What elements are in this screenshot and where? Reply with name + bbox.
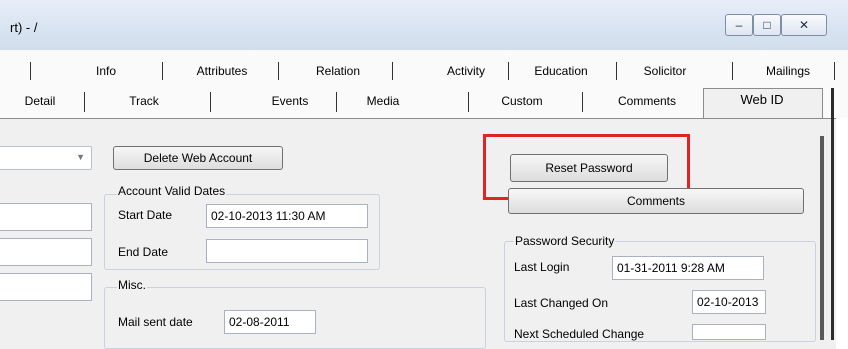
web-account-combo[interactable]: ▼ [0,146,92,170]
tab-media[interactable]: Media [356,90,410,112]
tab-detail[interactable]: Detail [16,90,64,112]
close-icon: ✕ [798,18,810,32]
tab-separator [508,62,509,80]
minimize-button[interactable]: – [725,14,753,36]
tab-relation[interactable]: Relation [302,60,374,82]
panel-scrollbar-edge [820,136,824,340]
tab-separator [392,62,393,80]
maximize-button[interactable]: □ [753,14,781,36]
tab-attributes[interactable]: Attributes [186,60,258,82]
tab-separator [162,62,163,80]
left-field-3[interactable] [0,273,92,301]
tab-comments[interactable]: Comments [604,90,690,112]
left-field-2[interactable] [0,238,92,266]
tab-solicitor[interactable]: Solicitor [630,60,700,82]
panel-right-border [831,88,834,340]
left-field-1[interactable] [0,203,92,231]
tab-education[interactable]: Education [522,60,600,82]
close-button[interactable]: ✕ [781,14,827,36]
start-date-field[interactable]: 02-10-2013 11:30 AM [206,204,368,228]
tab-info[interactable]: Info [86,60,126,82]
tab-separator [616,62,617,80]
maximize-icon: □ [763,18,771,32]
mail-sent-date-label: Mail sent date [118,315,193,329]
last-changed-label: Last Changed On [514,296,609,310]
mail-sent-date-field[interactable]: 02-08-2011 [224,310,316,334]
tab-separator [30,62,31,80]
last-login-label: Last Login [514,260,570,274]
tab-separator [84,92,85,112]
tab-separator [336,92,337,112]
last-login-field: 01-31-2011 9:28 AM [612,256,764,280]
account-valid-dates-label: Account Valid Dates [117,184,227,198]
last-changed-field: 02-10-2013 [692,290,766,314]
end-date-label: End Date [118,245,169,259]
tab-activity[interactable]: Activity [436,60,496,82]
tab-mailings[interactable]: Mailings [756,60,820,82]
comments-button[interactable]: Comments [508,188,804,214]
end-date-field[interactable] [206,239,368,263]
window-title: rt) - / [10,20,38,35]
tab-separator [278,62,279,80]
tab-custom[interactable]: Custom [492,90,552,112]
tab-separator [732,62,733,80]
chevron-down-icon: ▼ [76,152,85,162]
password-security-label: Password Security [514,234,616,248]
tab-events[interactable]: Events [260,90,320,112]
tab-separator [834,62,835,80]
window-title-bar: rt) - / – □ ✕ [0,0,848,50]
tab-separator [582,92,583,112]
tab-separator [210,92,211,112]
tab-track[interactable]: Track [116,90,172,112]
next-scheduled-change-field [692,324,766,340]
tab-separator [468,92,469,112]
delete-web-account-button[interactable]: Delete Web Account [113,146,283,170]
minimize-icon: – [735,18,743,32]
misc-label: Misc. [117,278,147,292]
start-date-label: Start Date [118,208,173,222]
tab-web-id[interactable]: Web ID [720,89,804,111]
